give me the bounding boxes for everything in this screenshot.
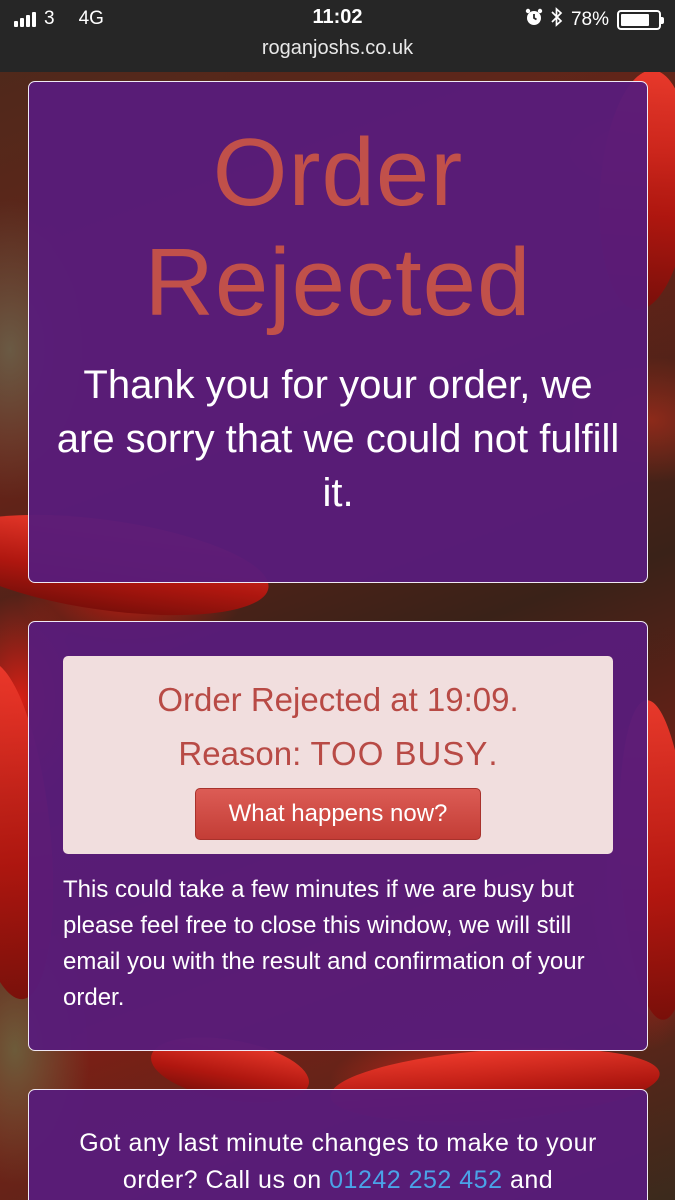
reason-value: TOO BUSY (310, 735, 489, 772)
url-bar[interactable]: roganjoshs.co.uk (0, 37, 675, 60)
phone-link[interactable]: 01242 252 452 (329, 1166, 502, 1194)
battery-icon (617, 10, 664, 30)
status-bar: 3 4G 11:02 roganjoshs.co.uk 78% (0, 0, 675, 72)
changes-text-after: and (509, 1166, 554, 1194)
order-message: Thank you for your order, we are sorry t… (56, 363, 620, 515)
page-title: Order Rejected (144, 119, 532, 336)
rejection-alert: Order Rejected at 19:09. Reason: TOO BUS… (63, 656, 613, 854)
what-happens-now-button[interactable]: What happens now? (195, 788, 481, 840)
changes-text: Got any last minute changes to make to y… (29, 1125, 647, 1199)
bluetooth-icon (551, 7, 563, 33)
battery-percent: 78% (570, 9, 609, 30)
rejection-time: Order Rejected at 19:09. (157, 681, 519, 718)
alarm-icon (525, 8, 543, 32)
reason-end: . (488, 735, 498, 772)
info-text: This could take a few minutes if we are … (63, 876, 585, 1011)
changes-panel: Got any last minute changes to make to y… (28, 1089, 648, 1200)
reason-label: Reason: (178, 735, 302, 772)
order-status-panel: Order Rejected Thank you for your order,… (28, 81, 648, 583)
rejection-reason: Reason: TOO BUSY. (63, 734, 613, 774)
rejection-panel: Order Rejected at 19:09. Reason: TOO BUS… (28, 621, 648, 1051)
status-right: 78% (525, 7, 664, 33)
